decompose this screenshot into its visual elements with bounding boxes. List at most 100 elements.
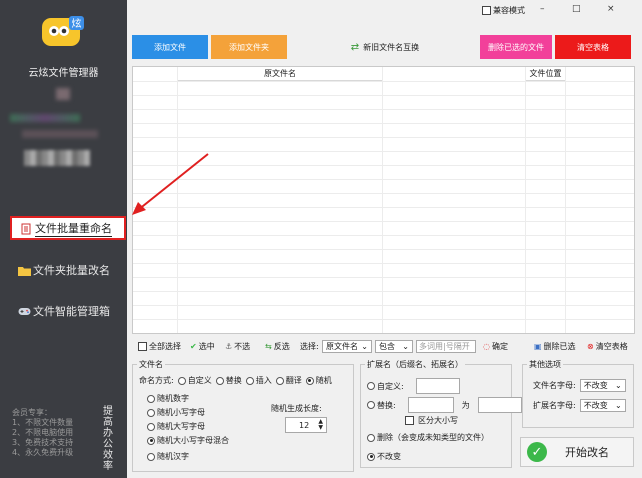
promo-line: 会员专享：	[12, 408, 52, 417]
select-label: 选中	[198, 341, 215, 351]
ext-replace-label: 替换:	[377, 400, 396, 410]
add-file-button[interactable]: 添加文件	[132, 35, 208, 59]
nav-label: 文件批量重命名	[35, 221, 112, 237]
confirm-label: 确定	[491, 341, 508, 351]
random-digits-radio[interactable]: 随机数字	[147, 393, 189, 404]
sidebar: 炫 云炫文件管理器 文件批量重命名 文件夹批量改名 文件智能管理箱 会员专享： …	[0, 0, 127, 478]
length-stepper[interactable]: 12 ▲ ▼	[285, 417, 327, 433]
ext-replace-to-input[interactable]	[477, 397, 522, 413]
ext-delete-radio[interactable]: 删除（会变成未知类型的文件）	[367, 432, 489, 443]
check-circle-icon: ✓	[527, 442, 547, 462]
mode-label: 替换	[225, 376, 242, 385]
file-table[interactable]: 原文件名 文件位置	[132, 66, 635, 334]
nav-file-batch-rename[interactable]: 文件批量重命名	[10, 216, 126, 240]
swap-icon: ⇄	[350, 41, 360, 53]
minimize-button[interactable]: –	[540, 4, 545, 14]
ext-case-select[interactable]: 不改变 ⌄	[579, 399, 626, 412]
random-option-label: 随机数字	[157, 394, 189, 403]
invert-icon: ⇆	[265, 341, 272, 351]
group-title: 文件名	[137, 359, 165, 370]
case-sensitive-checkbox[interactable]	[405, 416, 414, 425]
clear-table-small-button[interactable]: ⊗ 清空表格	[587, 338, 628, 354]
random-uppercase-radio[interactable]: 随机大写字母	[147, 421, 205, 432]
ext-replace-from-input[interactable]	[407, 397, 454, 413]
invert-button[interactable]: ⇆ 反选	[265, 338, 290, 354]
select-button[interactable]: ✔ 选中	[190, 338, 215, 354]
match-select[interactable]: 包含 ⌄	[375, 339, 413, 353]
unselect-label: 不选	[234, 341, 251, 351]
ext-custom-radio[interactable]: 自定义:	[367, 381, 404, 392]
filename-case-label: 文件名字母:	[533, 381, 576, 390]
promo-line: 1、不限文件数量	[12, 418, 74, 427]
mode-custom-radio[interactable]: 自定义	[177, 375, 212, 386]
chevron-down-icon: ⌄	[361, 341, 368, 351]
mode-translate-radio[interactable]: 翻译	[275, 375, 302, 386]
random-mixed-case-radio[interactable]: 随机大小写字母混合	[147, 435, 229, 446]
random-option-label: 随机大写字母	[157, 422, 205, 431]
unselect-button[interactable]: ⚓ 不选	[225, 338, 250, 354]
compat-checkbox[interactable]	[482, 6, 491, 15]
document-icon	[20, 223, 32, 234]
delete-selected-files-button[interactable]: 删除已选的文件	[480, 35, 552, 59]
ext-custom-input[interactable]	[415, 378, 460, 394]
close-button[interactable]: ×	[607, 4, 615, 14]
gamepad-icon	[18, 306, 31, 317]
compat-mode-toggle[interactable]: 兼容模式	[482, 5, 525, 16]
checkbox[interactable]	[138, 341, 147, 351]
compat-label: 兼容模式	[493, 6, 525, 15]
ext-delete-label: 删除（会变成未知类型的文件）	[377, 433, 489, 442]
filter-input[interactable]: 多词用|号隔开	[416, 339, 476, 353]
blurred-info	[10, 114, 80, 122]
maximize-button[interactable]: □	[572, 4, 581, 14]
selection-bar: 全部选择 ✔ 选中 ⚓ 不选 ⇆ 反选 选择: 原文件名 ⌄ 包含 ⌄ 多词用|…	[132, 338, 635, 354]
ext-case-value: 不改变	[583, 401, 608, 410]
random-option-label: 随机大小写字母混合	[157, 436, 229, 445]
mode-label: 插入	[255, 376, 272, 385]
select-all-checkbox[interactable]: 全部选择	[138, 338, 181, 354]
spinner-icon[interactable]: ▲ ▼	[318, 419, 323, 431]
column-header-original-name[interactable]: 原文件名	[177, 67, 382, 81]
random-chinese-radio[interactable]: 随机汉字	[147, 451, 189, 462]
mode-replace-radio[interactable]: 替换	[215, 375, 242, 386]
clear-table-button[interactable]: 清空表格	[555, 35, 631, 59]
field-select-value: 原文件名	[326, 341, 358, 351]
field-select[interactable]: 原文件名 ⌄	[322, 339, 372, 353]
start-rename-button[interactable]: ✓ 开始改名	[520, 437, 634, 467]
ext-replace-radio[interactable]: 替换:	[367, 400, 396, 411]
naming-mode-label: 命名方式:	[139, 376, 174, 385]
random-option-label: 随机小写字母	[157, 408, 205, 417]
mode-label: 随机	[315, 376, 332, 385]
filename-case-value: 不改变	[583, 381, 608, 390]
folder-icon	[18, 265, 31, 276]
svg-text:炫: 炫	[72, 17, 82, 30]
column-header-location[interactable]: 文件位置	[525, 67, 565, 81]
ext-case-label: 扩展名字母:	[533, 401, 576, 410]
filename-case-select[interactable]: 不改变 ⌄	[579, 379, 626, 392]
nav-label: 文件智能管理箱	[33, 305, 110, 318]
filename-group: 文件名 命名方式: 自定义 替换 插入 翻译 随机 随机数字 随机小写字母 随机…	[132, 359, 354, 472]
mode-random-radio[interactable]: 随机	[305, 375, 332, 386]
nav-label: 文件夹批量改名	[33, 264, 110, 277]
blurred-info	[22, 130, 98, 138]
ext-unchanged-radio[interactable]: 不改变	[367, 451, 401, 462]
length-value: 12	[299, 420, 310, 430]
swap-names-button[interactable]: ⇄ 新旧文件名互换	[340, 35, 430, 59]
mode-insert-radio[interactable]: 插入	[245, 375, 272, 386]
delete-selected-button[interactable]: ▣ 删除已选	[534, 338, 576, 354]
add-folder-button[interactable]: 添加文件夹	[211, 35, 287, 59]
confirm-button[interactable]: ◌ 确定	[483, 338, 508, 354]
match-select-value: 包含	[379, 341, 395, 351]
to-label: 为	[461, 400, 470, 410]
app-logo-icon: 炫	[40, 14, 86, 50]
member-promo: 会员专享： 1、不限文件数量 2、不限电脑使用 3、免费技术支持 4、永久免费升…	[12, 408, 73, 458]
mode-label: 翻译	[285, 376, 302, 385]
promo-line: 3、免费技术支持	[12, 438, 74, 447]
check-icon: ✔	[190, 341, 197, 351]
chevron-down-icon: ⌄	[402, 341, 409, 351]
random-lowercase-radio[interactable]: 随机小写字母	[147, 407, 205, 418]
nav-file-smart-manager[interactable]: 文件智能管理箱	[0, 299, 127, 323]
nav-folder-batch-rename[interactable]: 文件夹批量改名	[0, 258, 127, 282]
promo-line: 2、不限电脑使用	[12, 428, 74, 437]
blurred-info	[56, 88, 70, 100]
mode-label: 自定义	[187, 376, 212, 385]
